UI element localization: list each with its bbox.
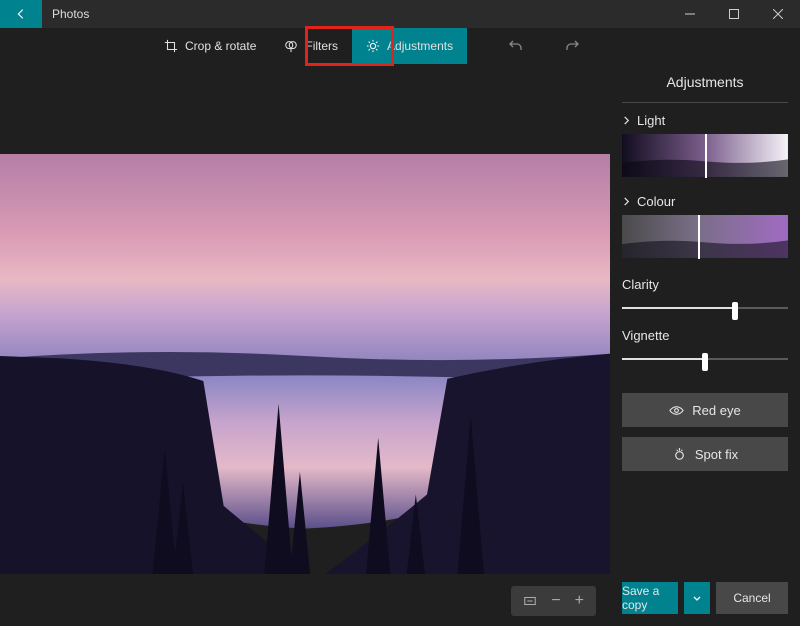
- adjustments-icon: [366, 39, 380, 53]
- zoom-controls: − +: [511, 586, 596, 616]
- zoom-in-button[interactable]: +: [575, 592, 584, 610]
- spotfix-icon: [672, 447, 687, 462]
- tab-filters[interactable]: Filters: [270, 28, 352, 64]
- section-light[interactable]: Light: [622, 103, 788, 134]
- history-controls: [508, 38, 580, 54]
- main-area: − + Adjustments Light: [0, 64, 800, 626]
- tab-crop-rotate[interactable]: Crop & rotate: [150, 28, 270, 64]
- redeye-button[interactable]: Red eye: [622, 393, 788, 427]
- chevron-right-icon: [622, 116, 631, 125]
- minimize-icon: [685, 9, 695, 19]
- button-label: Red eye: [692, 403, 740, 418]
- filters-icon: [284, 39, 298, 53]
- clarity-label: Clarity: [622, 265, 788, 300]
- section-label: Colour: [637, 194, 675, 209]
- undo-icon[interactable]: [508, 38, 524, 54]
- spotfix-button[interactable]: Spot fix: [622, 437, 788, 471]
- section-colour[interactable]: Colour: [622, 184, 788, 215]
- light-preview[interactable]: [622, 134, 788, 178]
- button-label: Save a copy: [622, 584, 678, 612]
- arrow-left-icon: [14, 7, 28, 21]
- redo-icon[interactable]: [564, 38, 580, 54]
- crop-icon: [164, 39, 178, 53]
- close-icon: [773, 9, 783, 19]
- vignette-label: Vignette: [622, 316, 788, 351]
- adjustments-panel: Adjustments Light Colour: [610, 64, 800, 626]
- back-button[interactable]: [0, 0, 42, 28]
- close-button[interactable]: [756, 0, 800, 28]
- maximize-icon: [729, 9, 739, 19]
- tab-label: Filters: [305, 39, 338, 53]
- fit-icon[interactable]: [523, 594, 537, 608]
- panel-footer: Save a copy Cancel: [622, 572, 788, 626]
- window-controls: [668, 0, 800, 28]
- maximize-button[interactable]: [712, 0, 756, 28]
- button-label: Cancel: [733, 591, 770, 605]
- colour-preview[interactable]: [622, 215, 788, 259]
- tab-adjustments[interactable]: Adjustments: [352, 28, 467, 64]
- save-copy-button[interactable]: Save a copy: [622, 582, 678, 614]
- clarity-slider[interactable]: [622, 300, 788, 316]
- eye-icon: [669, 403, 684, 418]
- canvas-area: − +: [0, 64, 610, 626]
- button-label: Spot fix: [695, 447, 738, 462]
- section-label: Light: [637, 113, 665, 128]
- vignette-slider[interactable]: [622, 351, 788, 367]
- minimize-button[interactable]: [668, 0, 712, 28]
- chevron-down-icon: [692, 593, 702, 603]
- save-dropdown-button[interactable]: [684, 582, 710, 614]
- tab-label: Crop & rotate: [185, 39, 256, 53]
- tab-label: Adjustments: [387, 39, 453, 53]
- cancel-button[interactable]: Cancel: [716, 582, 788, 614]
- photo-viewport[interactable]: [0, 154, 610, 574]
- app-title: Photos: [42, 0, 668, 28]
- edited-photo: [0, 154, 610, 574]
- panel-title: Adjustments: [622, 64, 788, 103]
- titlebar: Photos: [0, 0, 800, 28]
- chevron-right-icon: [622, 197, 631, 206]
- editor-toolbar: Crop & rotate Filters Adjustments: [0, 28, 800, 64]
- zoom-out-button[interactable]: −: [551, 592, 560, 610]
